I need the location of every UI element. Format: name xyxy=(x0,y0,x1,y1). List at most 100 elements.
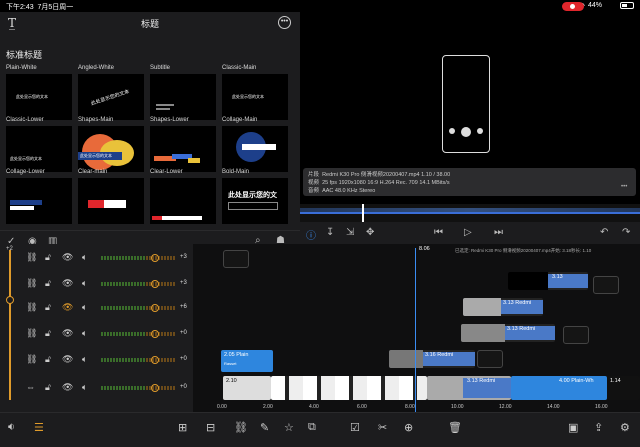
meter-segment xyxy=(128,358,130,362)
track-list-icon[interactable]: ☰ xyxy=(34,421,44,434)
main-clip[interactable]: 1.14 xyxy=(607,376,640,400)
title-tile-plain-white[interactable]: Plain-White 此处显示您的文本 xyxy=(6,65,72,120)
eye-icon[interactable]: 👁︎ xyxy=(62,278,73,289)
share-icon[interactable]: ⇪ xyxy=(594,421,603,434)
lock-icon[interactable]: 🔓︎ xyxy=(45,354,51,365)
add-icon[interactable]: ⊕ xyxy=(404,421,413,434)
more-options-icon[interactable]: ••• xyxy=(278,16,291,29)
scrub-bar[interactable] xyxy=(300,204,640,222)
volume-knob[interactable] xyxy=(151,356,159,364)
star-icon[interactable]: ☆ xyxy=(284,421,294,434)
main-clip-title[interactable]: 4.00 Plain-Wh xyxy=(511,376,607,400)
title-tile-clear-lower[interactable]: Clear-Lower xyxy=(150,169,216,224)
speaker-icon[interactable]: 🔈︎ xyxy=(82,252,87,263)
eye-icon[interactable]: 👁︎ xyxy=(62,252,73,263)
volume-knob[interactable] xyxy=(151,384,159,392)
settings-icon[interactable]: ⚙ xyxy=(620,421,630,434)
audio-clip[interactable]: 3.16 Redmi xyxy=(389,350,475,368)
title-tile-classic-lower[interactable]: Classic-Lower 此处显示您的文本 xyxy=(6,117,72,172)
speaker-icon[interactable]: 🔈︎ xyxy=(82,328,87,339)
link-icon[interactable]: ⛓ xyxy=(26,328,37,339)
title-tile-subtitle[interactable]: Subtitle xyxy=(150,65,216,120)
lock-icon[interactable]: 🔓︎ xyxy=(45,302,51,313)
title-clip[interactable]: 2.05 Plain Rasset xyxy=(221,350,273,372)
title-tile-bold-main[interactable]: Bold-Main 此处显示您的文 xyxy=(222,169,288,224)
eye-hidden-icon[interactable]: 👁︎ xyxy=(62,302,73,313)
link-icon[interactable]: ⇔ xyxy=(26,382,35,392)
title-tile-collage-main[interactable]: Collage-Main xyxy=(222,117,288,172)
speaker-icon[interactable]: 🔈︎ xyxy=(82,278,87,289)
play-icon[interactable]: ▷ xyxy=(464,227,472,238)
move-icon[interactable]: ✥ xyxy=(366,227,374,238)
trash-icon[interactable]: 🗑︎ xyxy=(448,421,462,434)
link-icon[interactable]: ⛓ xyxy=(26,278,37,289)
volume-knob[interactable] xyxy=(151,330,159,338)
title-tile-shapes-main[interactable]: Shapes-Main 此处显示您的文本 xyxy=(78,117,144,172)
meter-segment xyxy=(128,282,130,286)
video-clip[interactable]: 3.13 xyxy=(508,272,588,290)
title-tile-collage-lower[interactable]: Collage-Lower xyxy=(6,169,72,224)
eye-icon[interactable]: 👁︎ xyxy=(62,354,73,365)
pencil-icon[interactable]: ✎ xyxy=(260,421,269,434)
volume-knob[interactable] xyxy=(151,304,159,312)
redo-icon[interactable]: ↷ xyxy=(622,227,630,238)
speaker-icon[interactable]: 🔈︎ xyxy=(82,302,87,313)
main-clip-thumbnails[interactable] xyxy=(271,376,427,400)
link-icon[interactable]: ⛓ xyxy=(26,252,37,263)
skip-back-icon[interactable]: ⏮ xyxy=(434,227,443,238)
meter-segment xyxy=(101,256,103,260)
main-clip[interactable]: 2.10 xyxy=(223,376,271,400)
meter-segment xyxy=(161,306,163,310)
meter-segment xyxy=(143,306,145,310)
volume-knob[interactable] xyxy=(151,280,159,288)
lock-icon[interactable]: 🔓︎ xyxy=(45,328,51,339)
title-tile-shapes-lower[interactable]: Shapes-Lower xyxy=(150,117,216,172)
link-clip-icon[interactable]: ⛓ xyxy=(234,421,248,434)
preview-phone-frame xyxy=(442,55,490,153)
skip-forward-icon[interactable]: ⏭ xyxy=(494,227,503,238)
insert-clip-icon[interactable]: ⊟ xyxy=(206,421,215,434)
add-clip-icon[interactable]: ⊞ xyxy=(178,421,187,434)
undo-icon[interactable]: ↶ xyxy=(600,227,608,238)
video-clip[interactable]: 3.13 Redmi xyxy=(463,298,543,316)
meter-segment xyxy=(167,386,169,390)
link-icon[interactable]: ⛓ xyxy=(26,354,37,365)
mark-in-icon[interactable]: ↧ xyxy=(326,227,334,238)
title-tile-classic-main[interactable]: Classic-Main 此处显示您的文本 xyxy=(222,65,288,120)
timeline-area[interactable]: 8.06 已选定: Redmi K30 Pro 侧滑视频20200407.mp4… xyxy=(193,244,640,412)
meter-segment xyxy=(125,358,127,362)
meter-segment xyxy=(170,256,172,260)
video-clip[interactable]: 3.13 Redmi xyxy=(461,324,555,342)
title-tile-clear-main[interactable]: Clear-main xyxy=(78,169,144,224)
options-icon[interactable]: ••• xyxy=(621,184,627,190)
main-clip[interactable]: 3.13 Redmi xyxy=(427,376,511,400)
audio-wave-icon[interactable]: 🔉︎ xyxy=(8,421,15,434)
eye-icon[interactable]: 👁︎ xyxy=(62,382,73,393)
checkbox-icon[interactable]: ☑ xyxy=(350,421,360,434)
meter-segment xyxy=(107,282,109,286)
info-icon[interactable]: ⓘ xyxy=(306,227,316,242)
playhead[interactable] xyxy=(415,248,416,412)
title-tile-angled-white[interactable]: Angled-White 此处显示您的文本 xyxy=(78,65,144,120)
meter-segment xyxy=(122,306,124,310)
transport-bar: ⓘ ↧ ⇲ ✥ ⏮ ▷ ⏭ ↶ ↷ xyxy=(300,222,640,244)
lock-icon[interactable]: 🔓︎ xyxy=(45,252,51,263)
scissors-icon[interactable]: ✂ xyxy=(378,421,387,434)
scrub-handle[interactable] xyxy=(362,204,364,222)
meter-segment xyxy=(167,282,169,286)
speaker-icon[interactable]: 🔈︎ xyxy=(82,354,87,365)
lock-icon[interactable]: 🔓︎ xyxy=(45,278,51,289)
meter-segment xyxy=(122,358,124,362)
speaker-icon[interactable]: 🔈︎ xyxy=(82,382,87,393)
eye-icon[interactable]: 👁︎ xyxy=(62,328,73,339)
mark-out-icon[interactable]: ⇲ xyxy=(346,227,354,238)
lock-icon[interactable]: 🔓︎ xyxy=(45,382,51,393)
meter-segment xyxy=(104,332,106,336)
empty-clip-slot xyxy=(563,326,589,344)
volume-knob[interactable] xyxy=(151,254,159,262)
meter-segment xyxy=(107,386,109,390)
detach-icon[interactable]: ⧉ xyxy=(308,421,316,434)
link-icon[interactable]: ⛓ xyxy=(26,302,37,313)
meter-segment xyxy=(137,256,139,260)
layout-icon[interactable]: ▣ xyxy=(568,421,578,434)
